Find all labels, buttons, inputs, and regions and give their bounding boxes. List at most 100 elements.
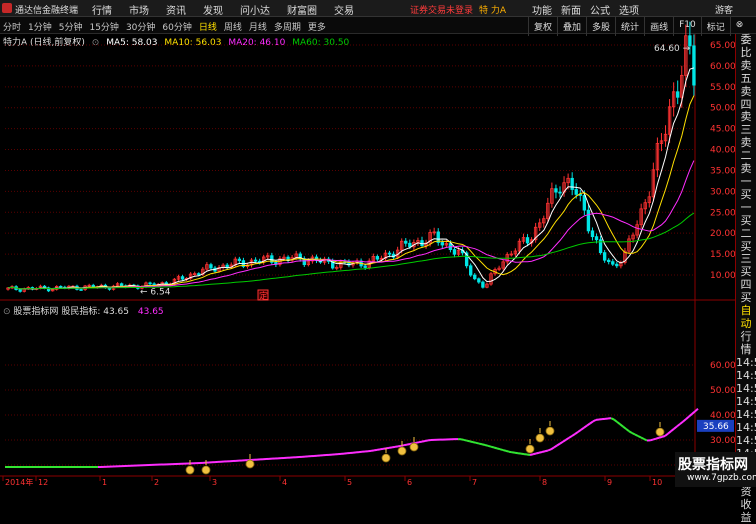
side2-time: 14:5	[736, 356, 756, 369]
indicator-segment	[491, 447, 494, 448]
indicator-segment	[476, 443, 479, 444]
candle-body	[473, 275, 476, 279]
indicator-segment	[422, 441, 425, 442]
price-tick-label: 35.00	[710, 166, 735, 176]
money-bag-icon	[398, 447, 406, 455]
candle-body	[59, 286, 62, 287]
candle-body	[197, 274, 200, 275]
indicator-segment	[533, 454, 536, 455]
side2-quote[interactable]: 行情	[736, 330, 756, 356]
indicator-segment	[416, 442, 419, 443]
side-sell3: 卖三	[736, 111, 756, 137]
indicator-segment	[650, 440, 653, 441]
indicator-segment	[665, 434, 668, 436]
indicator-segment	[374, 450, 377, 451]
indicator-segment	[581, 428, 584, 430]
price-tick-label: 40.00	[710, 146, 735, 156]
indicator-segment	[389, 447, 392, 448]
side2-time: 14:5	[736, 369, 756, 382]
candle-body	[591, 231, 594, 237]
candle-body	[676, 92, 679, 98]
indicator-segment	[488, 446, 491, 447]
candle-body	[616, 264, 619, 266]
moving-averages: 64.60 →← 6.54定	[8, 44, 694, 302]
indicator-segment	[470, 441, 473, 442]
indicator-segment	[680, 422, 683, 424]
indicator-segment	[494, 448, 497, 449]
indicator-segment	[398, 446, 401, 447]
date-label: 5	[347, 478, 352, 487]
candle-body	[526, 238, 529, 243]
side2-time: 14:5	[736, 421, 756, 434]
side-sell4: 卖四	[736, 86, 756, 112]
candle-body	[469, 266, 472, 275]
indicator-segment	[503, 450, 506, 451]
indicator-segment	[662, 436, 665, 437]
indicator-segment	[611, 418, 614, 419]
candle-body	[80, 289, 83, 290]
candle-body	[238, 259, 241, 261]
indicator-segment	[500, 449, 503, 450]
date-label: 4	[282, 478, 287, 487]
date-label: 6	[407, 478, 412, 487]
watermark-url: www.7gpzb.com	[687, 473, 756, 483]
money-bag-icon	[546, 427, 554, 435]
ind-tick-label: 40.00	[710, 411, 735, 421]
candle-body	[603, 253, 606, 261]
side2-auto[interactable]: 自动	[736, 304, 756, 330]
indicator-segment	[407, 444, 410, 445]
candlesticks	[7, 22, 696, 293]
indicator-segment	[419, 442, 422, 443]
indicator-segment	[593, 420, 596, 422]
side-buy4: 买四	[736, 266, 756, 292]
indicator-value-2: 43.65	[138, 307, 164, 317]
indicator-segment	[536, 453, 539, 454]
side-sell2: 卖二	[736, 137, 756, 163]
quote-side-panel: 委比 卖五 卖四 卖三 卖二 卖一 买一 买二 买三 买四 买五 现价 涨跌 涨…	[735, 34, 756, 304]
indicator-segment	[530, 454, 533, 455]
price-axis: 65.0060.0055.0050.0045.0040.0035.0030.00…	[710, 41, 735, 281]
kline-chart[interactable]: 64.60 →← 6.54定 65.0060.0055.0050.0045.00…	[0, 0, 735, 487]
indicator-segment	[380, 449, 383, 450]
candle-body	[453, 250, 456, 255]
money-bag-icon	[186, 466, 194, 474]
ma60-line	[8, 213, 694, 289]
candle-body	[482, 282, 485, 287]
price-tick-label: 45.00	[710, 125, 735, 135]
indicator-segment	[686, 417, 689, 420]
candle-body	[575, 190, 578, 195]
ind-tick-label: 30.00	[710, 436, 735, 446]
indicator-settings-icon[interactable]: ⊙	[3, 307, 11, 317]
ma5-line	[8, 68, 694, 289]
indicator-segment	[395, 446, 398, 447]
indicator-segment	[638, 436, 641, 438]
date-label: 3	[212, 478, 217, 487]
money-bag-icon	[246, 460, 254, 468]
indicator-chart	[5, 365, 698, 474]
money-bag-icon	[536, 434, 544, 442]
price-tick-label: 25.00	[710, 208, 735, 218]
date-label: 8	[542, 478, 547, 487]
money-bag-icon	[656, 428, 664, 436]
indicator-segment	[617, 422, 620, 424]
indicator-segment	[539, 452, 542, 453]
indicator-segment	[506, 451, 509, 452]
ind-tick-label: 60.00	[710, 361, 735, 371]
indicator-segment	[485, 445, 488, 446]
candle-body	[254, 260, 257, 261]
side-sell5: 卖五	[736, 60, 756, 86]
candle-body	[611, 262, 614, 265]
side-buy2: 买二	[736, 215, 756, 241]
indicator-segment	[461, 439, 464, 440]
candle-body	[376, 256, 379, 259]
current-value-label: 35.66	[703, 422, 729, 432]
date-label: 2	[154, 478, 159, 487]
indicator-name: 股票指标网	[13, 307, 58, 317]
indicator-segment	[371, 450, 374, 451]
date-label: 12	[38, 478, 48, 487]
indicator-segment	[473, 442, 476, 443]
tick-side-panel: 自动 行情 14:5 14:5 14:5 14:5 14:5 14:5 14:5…	[735, 304, 756, 454]
candle-body	[19, 290, 22, 292]
indicator-segment	[572, 434, 575, 436]
indicator-segment	[464, 440, 467, 441]
